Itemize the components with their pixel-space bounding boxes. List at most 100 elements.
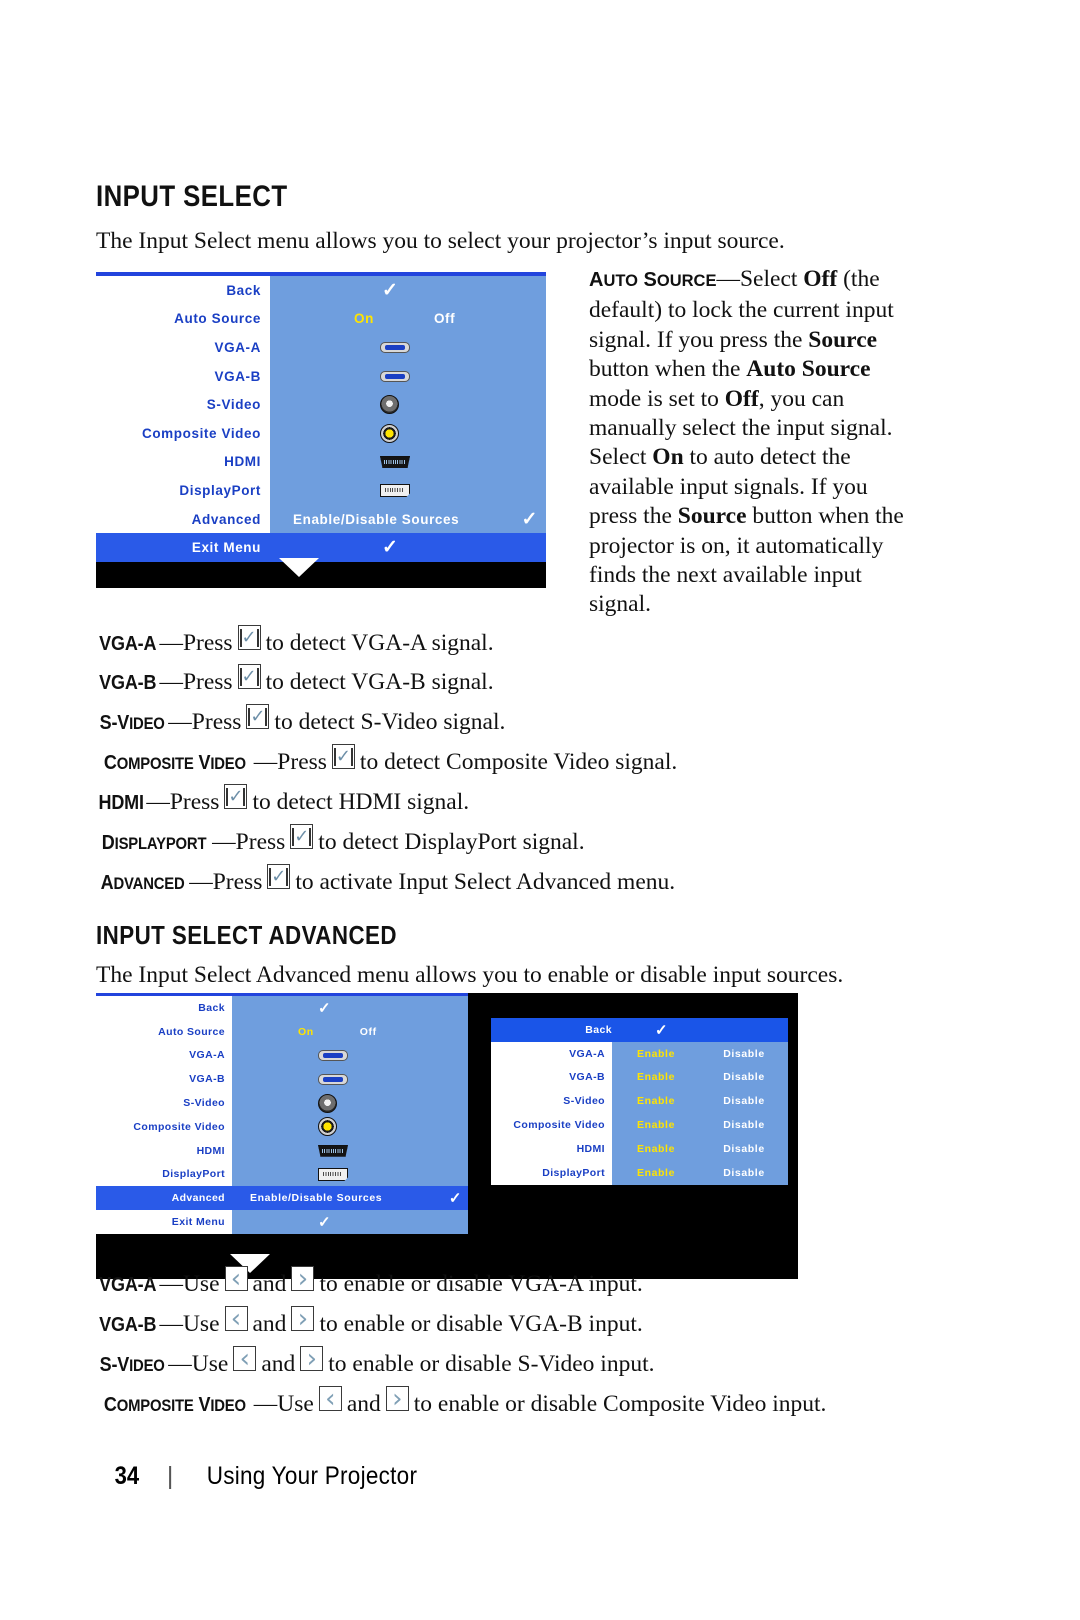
option-disable[interactable]: Disable xyxy=(700,1167,788,1179)
osd-row-displayport[interactable]: DisplayPort xyxy=(96,1162,468,1187)
osd-row-auto-source[interactable]: Auto Source On Off xyxy=(96,1019,468,1044)
osd-row-exit-menu[interactable]: Exit Menu ✓ xyxy=(96,533,546,562)
input-line-vga-b: VGA-B —Press ✓ to detect VGA-B signal. xyxy=(96,664,494,696)
option-enable[interactable]: Enable xyxy=(612,1048,700,1060)
osd-row-value[interactable] xyxy=(232,1162,468,1187)
osd-row-back[interactable]: Back ✓ xyxy=(96,276,546,305)
osd-row-value[interactable] xyxy=(232,1114,468,1139)
line-term: VGA-A xyxy=(99,1274,157,1296)
osd-row-s-video[interactable]: S-Video xyxy=(96,390,546,419)
vga-connector-icon xyxy=(380,341,410,353)
option-off[interactable]: Off xyxy=(434,311,455,326)
osd-row-exit-menu[interactable]: Exit Menu ✓ xyxy=(96,1210,468,1234)
connector-icon-wrap xyxy=(380,455,410,468)
osd-row-back[interactable]: Back ✓ xyxy=(96,996,468,1020)
osd-row-value: Enable Disable xyxy=(612,1089,788,1114)
osd-row-auto-source[interactable]: Auto Source On Off xyxy=(96,304,546,334)
check-icon: ✓ xyxy=(382,279,399,301)
page-number: 34 xyxy=(114,1462,140,1490)
connector-icon-wrap xyxy=(380,483,410,497)
enter-button-icon: ✓ xyxy=(267,864,291,889)
option-disable[interactable]: Disable xyxy=(700,1048,788,1060)
line-pre-text: —Press xyxy=(189,869,263,895)
osd-screenshot-input-select: Back ✓ Auto Source On Off VGA-A VGA-B S-Video Co… xyxy=(96,272,546,588)
osd-row-hdmi[interactable]: HDMI xyxy=(96,447,546,477)
osd-row-composite-video[interactable]: Composite Video xyxy=(96,418,546,448)
osd-row-value[interactable]: ✓ xyxy=(270,276,546,305)
line-term: COMPOSITE VIDEO xyxy=(103,752,246,774)
composite-video-connector-icon xyxy=(318,1117,337,1137)
osd-row-hdmi[interactable]: HDMI Enable Disable xyxy=(491,1136,788,1161)
osd-screenshot-advanced-left: Back ✓ Auto Source On Off VGA-A VGA-B S-Video Co… xyxy=(96,993,468,1251)
osd-row-value[interactable]: On Off xyxy=(232,1019,468,1044)
osd-row-displayport[interactable]: DisplayPort Enable Disable xyxy=(491,1160,788,1185)
osd-row-label: VGA-A xyxy=(96,1043,232,1068)
option-on[interactable]: On xyxy=(354,311,374,326)
osd-row-vga-b[interactable]: VGA-B Enable Disable xyxy=(491,1065,788,1090)
line-term: HDMI xyxy=(98,792,144,814)
osd-row-composite-video[interactable]: Composite Video Enable Disable xyxy=(491,1113,788,1137)
vga-connector-icon xyxy=(318,1049,348,1061)
osd-row-vga-a[interactable]: VGA-A xyxy=(96,1043,468,1068)
option-enable[interactable]: Enable xyxy=(612,1095,700,1107)
option-off[interactable]: Off xyxy=(360,1026,377,1038)
option-disable[interactable]: Disable xyxy=(700,1095,788,1107)
osd-row-value[interactable]: ✓ xyxy=(619,1018,788,1042)
line-post-text: to detect HDMI signal. xyxy=(252,789,470,815)
line-and-text: and xyxy=(261,1351,296,1377)
osd-row-back[interactable]: Back ✓ xyxy=(491,1018,788,1042)
check-icon: ✓ xyxy=(655,1021,669,1039)
osd-row-value[interactable] xyxy=(270,476,546,505)
input-line-advanced: ADVANCED —Press ✓ to activate Input Selec… xyxy=(96,864,675,896)
osd-row-value[interactable] xyxy=(270,361,546,391)
osd-row-value[interactable] xyxy=(232,1091,468,1115)
osd-row-s-video[interactable]: S-Video Enable Disable xyxy=(491,1089,788,1114)
line-pre-text: —Press xyxy=(159,669,233,695)
osd-row-advanced[interactable]: Advanced Enable/Disable Sources ✓ xyxy=(96,504,546,534)
osd-row-value[interactable] xyxy=(232,1043,468,1068)
osd-row-composite-video[interactable]: Composite Video xyxy=(96,1114,468,1139)
option-enable[interactable]: Enable xyxy=(612,1119,700,1131)
osd-row-value[interactable]: ✓ xyxy=(232,1210,468,1234)
osd-row-displayport[interactable]: DisplayPort xyxy=(96,476,546,505)
check-icon: ✓ xyxy=(318,1214,332,1232)
osd-row-vga-a[interactable]: VGA-A xyxy=(96,333,546,362)
osd-row-value[interactable] xyxy=(232,1067,468,1092)
option-enable[interactable]: Enable xyxy=(612,1143,700,1155)
osd-row-value[interactable] xyxy=(270,447,546,477)
osd-row-value[interactable] xyxy=(232,1138,468,1163)
line-post-text: to enable or disable S-Video input. xyxy=(328,1351,655,1377)
osd-row-vga-a[interactable]: VGA-A Enable Disable xyxy=(491,1041,788,1066)
osd-row-value[interactable] xyxy=(270,333,546,362)
osd-row-vga-b[interactable]: VGA-B xyxy=(96,361,546,391)
osd-row-advanced[interactable]: Advanced Enable/Disable Sources ✓ xyxy=(96,1186,468,1211)
enable-line-composite-video: COMPOSITE VIDEO —Use ‹ and › to enable or… xyxy=(96,1386,827,1418)
osd-row-value[interactable]: ✓ xyxy=(232,996,468,1020)
option-disable[interactable]: Disable xyxy=(700,1143,788,1155)
enter-button-icon: ✓ xyxy=(331,744,355,769)
osd-row-label: DisplayPort xyxy=(96,1162,232,1187)
option-enable[interactable]: Enable xyxy=(612,1167,700,1179)
option-disable[interactable]: Disable xyxy=(700,1119,788,1131)
page-footer: 34 | Using Your Projector xyxy=(113,1462,429,1491)
option-on[interactable]: On xyxy=(298,1026,314,1038)
right-arrow-button-icon: › xyxy=(291,1306,315,1332)
line-term: S-VIDEO xyxy=(99,712,165,734)
osd-row-hdmi[interactable]: HDMI xyxy=(96,1138,468,1163)
osd-row-value[interactable]: On Off xyxy=(270,304,546,334)
intro-input-select: The Input Select menu allows you to sele… xyxy=(96,228,785,254)
osd-row-s-video[interactable]: S-Video xyxy=(96,1091,468,1115)
line-term: VGA-A xyxy=(99,633,157,655)
osd-row-value[interactable] xyxy=(270,418,546,448)
line-post-text: to enable or disable Composite Video inp… xyxy=(413,1391,827,1417)
connector-icon-wrap xyxy=(318,1167,348,1181)
osd-row-value[interactable]: Enable/Disable Sources ✓ xyxy=(232,1186,468,1211)
osd-row-value[interactable] xyxy=(270,390,546,419)
osd-row-value: Enable Disable xyxy=(612,1160,788,1185)
osd-row-value[interactable]: Enable/Disable Sources ✓ xyxy=(270,504,546,534)
osd-row-label: VGA-B xyxy=(96,1067,232,1092)
as-autosource: Auto Source xyxy=(746,356,871,383)
option-disable[interactable]: Disable xyxy=(700,1071,788,1083)
osd-row-vga-b[interactable]: VGA-B xyxy=(96,1067,468,1092)
option-enable[interactable]: Enable xyxy=(612,1071,700,1083)
